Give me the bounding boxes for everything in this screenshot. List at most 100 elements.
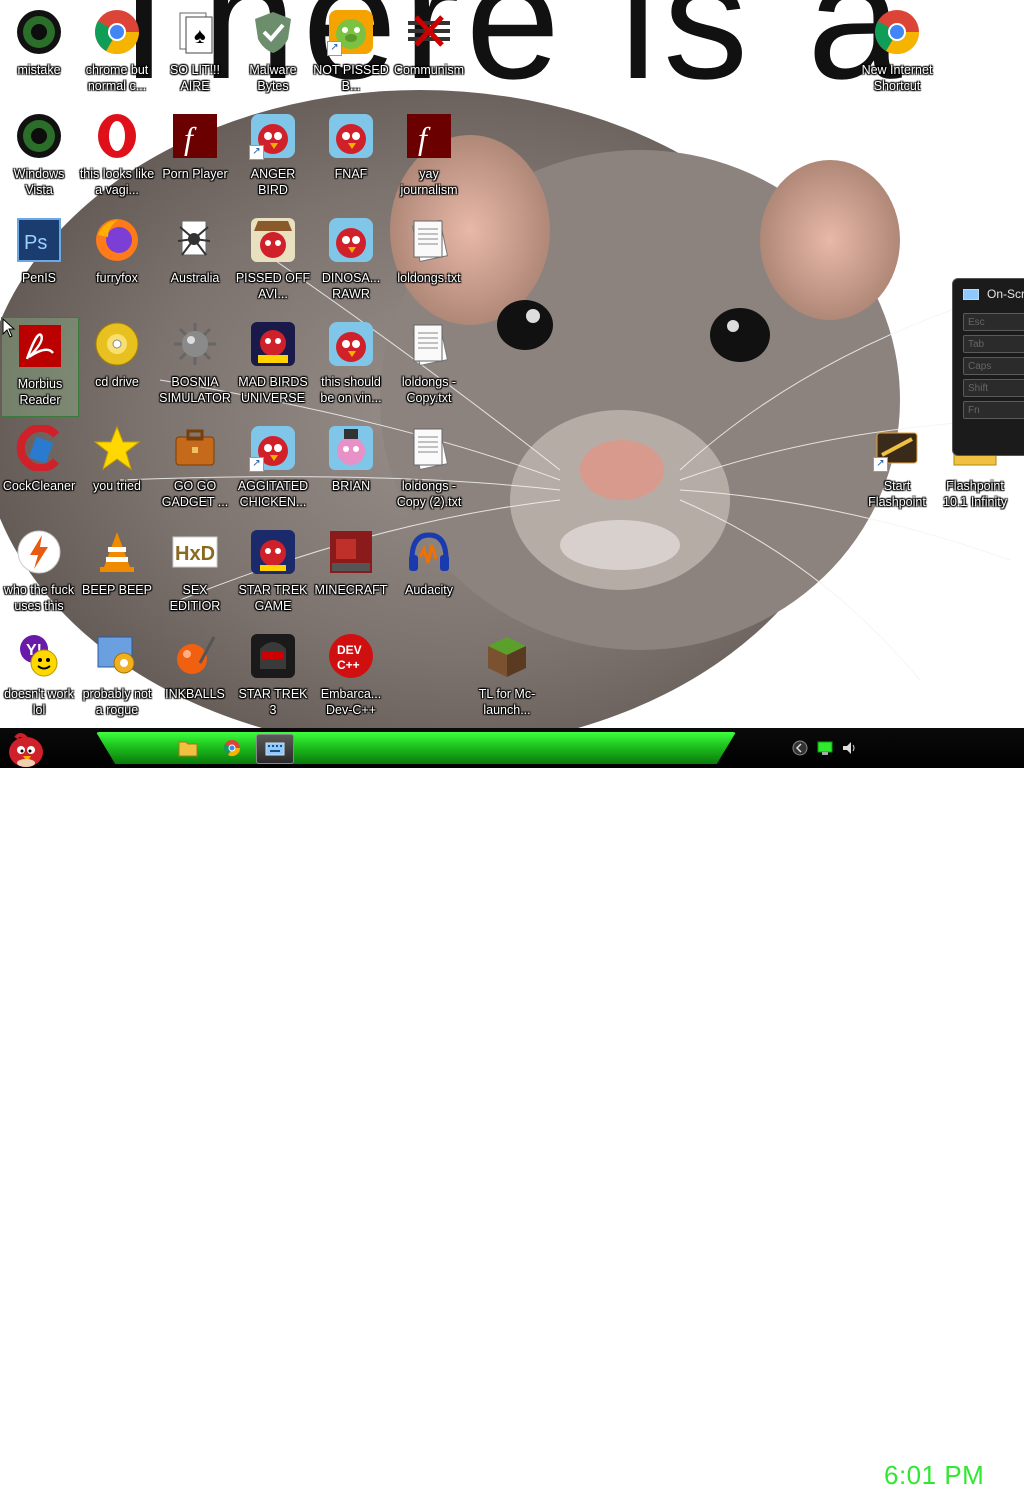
shortcut-arrow-icon: ↗ [873, 457, 888, 472]
volume-icon[interactable] [841, 740, 857, 756]
desktop-icon-windows-vista[interactable]: Windows Vista [0, 108, 78, 208]
icon-label: STAR TREK 3 [238, 687, 308, 717]
icon-label: GO GO GADGET ... [161, 479, 229, 509]
adobe-reader-icon [16, 322, 64, 370]
taskbar-file-explorer-button[interactable] [170, 734, 206, 762]
spider-solitaire-icon [171, 216, 219, 264]
desktop-icon-cockcleaner[interactable]: CockCleaner [0, 420, 78, 520]
desktop-icon-aggitated-chicken[interactable]: ↗ AGGITATED CHICKEN... [234, 420, 312, 520]
file-explorer-icon [178, 741, 198, 757]
razer-icon [15, 8, 63, 56]
angry-bird-start-icon [9, 733, 43, 767]
desktop-icon-photoshop[interactable]: Ps PenIS [0, 212, 78, 312]
desktop-icon-go-go-gadget[interactable]: GO GO GADGET ... [156, 420, 234, 520]
desktop-icon-tl-mc-launcher[interactable]: TL for Mc-launch... [468, 628, 546, 728]
on-screen-keyboard-window[interactable]: On-Scre Esc Tab Caps Shift Fn [952, 278, 1024, 456]
desktop-icon-fnaf[interactable]: FNAF [312, 108, 390, 208]
desktop-icon-furryfox[interactable]: furryfox [78, 212, 156, 312]
photoshop-icon: Ps [15, 216, 63, 264]
network-icon[interactable] [817, 740, 833, 756]
desktop-icon-bosnia-simulator[interactable]: BOSNIA SIMULATOR [156, 316, 234, 416]
icon-label: MAD BIRDS UNIVERSE [238, 375, 308, 405]
solitaire-cards-icon: ♠ [171, 8, 219, 56]
firefox-icon [93, 216, 141, 264]
desktop-icon-you-tried[interactable]: you tried [78, 420, 156, 520]
osk-key-tab[interactable]: Tab [963, 335, 1024, 353]
desktop-icon-mistake[interactable]: mistake [0, 4, 78, 104]
minecraft-icon [327, 528, 375, 576]
taskbar-chrome-button[interactable] [214, 734, 250, 762]
desktop-icon-beep-beep[interactable]: BEEP BEEP [78, 524, 156, 624]
icon-label: DINOSA... RAWR [321, 271, 381, 301]
text-file-icon [405, 320, 453, 368]
icon-label: yay journalism [400, 167, 458, 197]
desktop-icon-brian[interactable]: BRIAN [312, 420, 390, 520]
desktop-icon-this-should[interactable]: this should be on vin... [312, 316, 390, 416]
window-title-bar[interactable]: On-Scre [953, 279, 1024, 309]
osk-key-caps[interactable]: Caps [963, 357, 1024, 375]
taskbar-on-screen-keyboard-button[interactable] [256, 734, 294, 764]
keyboard-icon [963, 288, 979, 300]
chrome-icon [873, 8, 921, 56]
desktop-icon-loldongs-copy-2[interactable]: loldongs - Copy (2).txt [390, 420, 468, 520]
svg-text:DEV: DEV [337, 643, 362, 657]
desktop-icon-not-pissed[interactable]: ↗ NOT PISSED B... [312, 4, 390, 104]
desktop-icon-start-flashpoint[interactable]: ↗ Start Flashpoint [858, 420, 936, 520]
desktop-icon-inkballs[interactable]: INKBALLS [156, 628, 234, 728]
desktop-icon-mad-birds-universe[interactable]: MAD BIRDS UNIVERSE [234, 316, 312, 416]
bolt-circle-icon [15, 528, 63, 576]
icon-label: BEEP BEEP [82, 583, 152, 597]
desktop-icon-so-lit[interactable]: ♠ SO LIT!!! AIRE [156, 4, 234, 104]
desktop-icon-probably-not-rogue[interactable]: probably not a rogue [78, 628, 156, 728]
desktop-icon-who-uses-this[interactable]: who the fuck uses this [0, 524, 78, 624]
desktop-icon-dinosa-rawr[interactable]: DINOSA... RAWR [312, 212, 390, 312]
briefcase-icon [171, 424, 219, 472]
desktop-icon-star-trek-game[interactable]: STAR TREK GAME [234, 524, 312, 624]
control-panel-icon [93, 632, 141, 680]
desktop-icon-anger-bird[interactable]: ↗ ANGER BIRD [234, 108, 312, 208]
desktop-icon-star-trek-3[interactable]: STAR TREK 3 [234, 628, 312, 728]
icon-label: this should be on vin... [320, 375, 382, 405]
razer-icon [15, 112, 63, 160]
desktop-icon-dev-cpp[interactable]: DEV C++ Embarca... Dev-C++ [312, 628, 390, 728]
ccleaner-icon [15, 424, 63, 472]
desktop-icon-opera[interactable]: this looks like a vagi... [78, 108, 156, 208]
desktop-icon-yay-journalism[interactable]: f yay journalism [390, 108, 468, 208]
desktop-icon-communism[interactable]: Communism [390, 4, 468, 104]
desktop-icon-australia[interactable]: Australia [156, 212, 234, 312]
desktop-icon-porn-player[interactable]: f Porn Player [156, 108, 234, 208]
communism-flag-icon [405, 8, 453, 56]
svg-text:HxD: HxD [175, 543, 215, 565]
angry-bird-icon: ↗ [249, 112, 297, 160]
icon-label: Australia [170, 271, 220, 285]
desktop-icon-loldongs-txt[interactable]: loldongs.txt [390, 212, 468, 312]
desktop-icon-sex-editior[interactable]: HxD SEX EDITIOR [156, 524, 234, 624]
shortcut-arrow-icon: ↗ [249, 145, 264, 160]
angry-pig-icon: ↗ [327, 8, 375, 56]
text-file-icon [405, 216, 453, 264]
osk-key-esc[interactable]: Esc [963, 313, 1024, 331]
taskbar: 6:01 PM [0, 728, 1024, 1490]
taskbar-clock[interactable]: 6:01 PM [884, 1460, 984, 1491]
angry-birds-seasons-icon [249, 216, 297, 264]
cd-drive-icon [93, 320, 141, 368]
angry-bird-icon [327, 320, 375, 368]
icon-label: CockCleaner [2, 479, 76, 493]
icon-label: Start Flashpoint [868, 479, 926, 509]
desktop-icon-pissed-off[interactable]: PISSED OFF AVI... [234, 212, 312, 312]
desktop-icon-minecraft[interactable]: MINECRAFT [312, 524, 390, 624]
desktop-icon-new-internet-shortcut[interactable]: New Internet Shortcut [858, 4, 936, 104]
desktop-icon-chrome-normal[interactable]: chrome but normal c... [78, 4, 156, 104]
desktop-icon-cd-drive[interactable]: cd drive [78, 316, 156, 416]
osk-key-fn[interactable]: Fn [963, 401, 1024, 419]
desktop-icon-audacity[interactable]: Audacity [390, 524, 468, 624]
icon-label: SEX EDITIOR [169, 583, 221, 613]
osk-key-shift[interactable]: Shift [963, 379, 1024, 397]
desktop-icon-doesnt-work[interactable]: Y! doesn't work lol [0, 628, 78, 728]
show-hidden-icons-chevron-icon[interactable] [792, 740, 808, 756]
start-button[interactable] [4, 730, 46, 768]
icon-label: Audacity [405, 583, 453, 597]
desktop-icon-malware-bytes[interactable]: Malware Bytes [234, 4, 312, 104]
icon-label: loldongs - Copy.txt [401, 375, 457, 405]
desktop-icon-loldongs-copy[interactable]: loldongs - Copy.txt [390, 316, 468, 416]
